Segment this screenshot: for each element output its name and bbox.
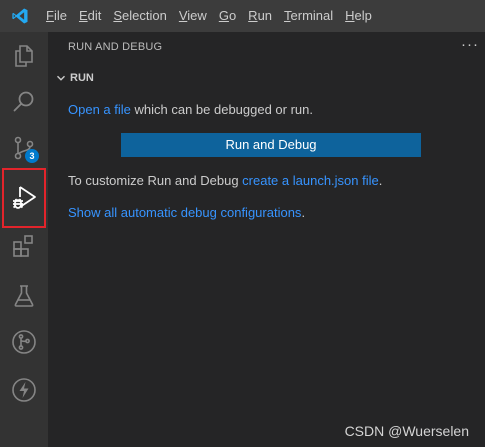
open-file-line: Open a file which can be debugged or run…: [68, 102, 313, 117]
menu-go[interactable]: Go: [213, 0, 242, 32]
menu-view[interactable]: View: [173, 0, 213, 32]
customize-line: To customize Run and Debug create a laun…: [68, 173, 382, 188]
run-section-header[interactable]: RUN: [48, 67, 485, 89]
menu-edit[interactable]: Edit: [73, 0, 107, 32]
show-configs-end: .: [301, 205, 306, 220]
source-control-icon[interactable]: 3: [0, 124, 48, 172]
open-file-link[interactable]: Open a file: [68, 102, 131, 117]
create-launch-json-link[interactable]: create a launch.json file: [242, 173, 379, 188]
vscode-logo-icon: [0, 0, 40, 32]
menu-selection[interactable]: Selection: [107, 0, 172, 32]
thunder-client-icon[interactable]: [0, 366, 48, 414]
git-graph-icon[interactable]: [0, 318, 48, 366]
run-section-title: RUN: [70, 72, 94, 84]
sidebar-title: RUN AND DEBUG: [68, 41, 163, 53]
more-actions-button[interactable]: ···: [461, 36, 479, 53]
testing-icon[interactable]: [0, 272, 48, 320]
watermark: CSDN @Wuerselen: [344, 423, 469, 439]
menu-bar: File Edit Selection View Go Run Terminal…: [0, 0, 485, 32]
show-debug-configurations-link[interactable]: Show all automatic debug configurations: [68, 205, 301, 220]
run-debug-sidebar: RUN AND DEBUG ··· RUN Open a file which …: [48, 32, 485, 447]
open-file-text: which can be debugged or run.: [130, 102, 314, 117]
show-configs-line: Show all automatic debug configurations.: [68, 205, 305, 220]
run-and-debug-button[interactable]: Run and Debug: [121, 133, 421, 157]
source-control-badge: 3: [25, 149, 39, 163]
explorer-icon[interactable]: [0, 32, 48, 80]
activity-bar: 3: [0, 32, 48, 447]
run-debug-highlight-box: [2, 168, 46, 228]
chevron-down-icon: [48, 73, 68, 83]
customize-text: To customize Run and Debug: [68, 173, 243, 188]
menu-file[interactable]: File: [40, 0, 73, 32]
menu-run[interactable]: Run: [242, 0, 278, 32]
extensions-icon[interactable]: [0, 222, 48, 270]
menu-terminal[interactable]: Terminal: [278, 0, 339, 32]
customize-end: .: [378, 173, 383, 188]
menu-help[interactable]: Help: [339, 0, 378, 32]
search-icon[interactable]: [0, 78, 48, 126]
